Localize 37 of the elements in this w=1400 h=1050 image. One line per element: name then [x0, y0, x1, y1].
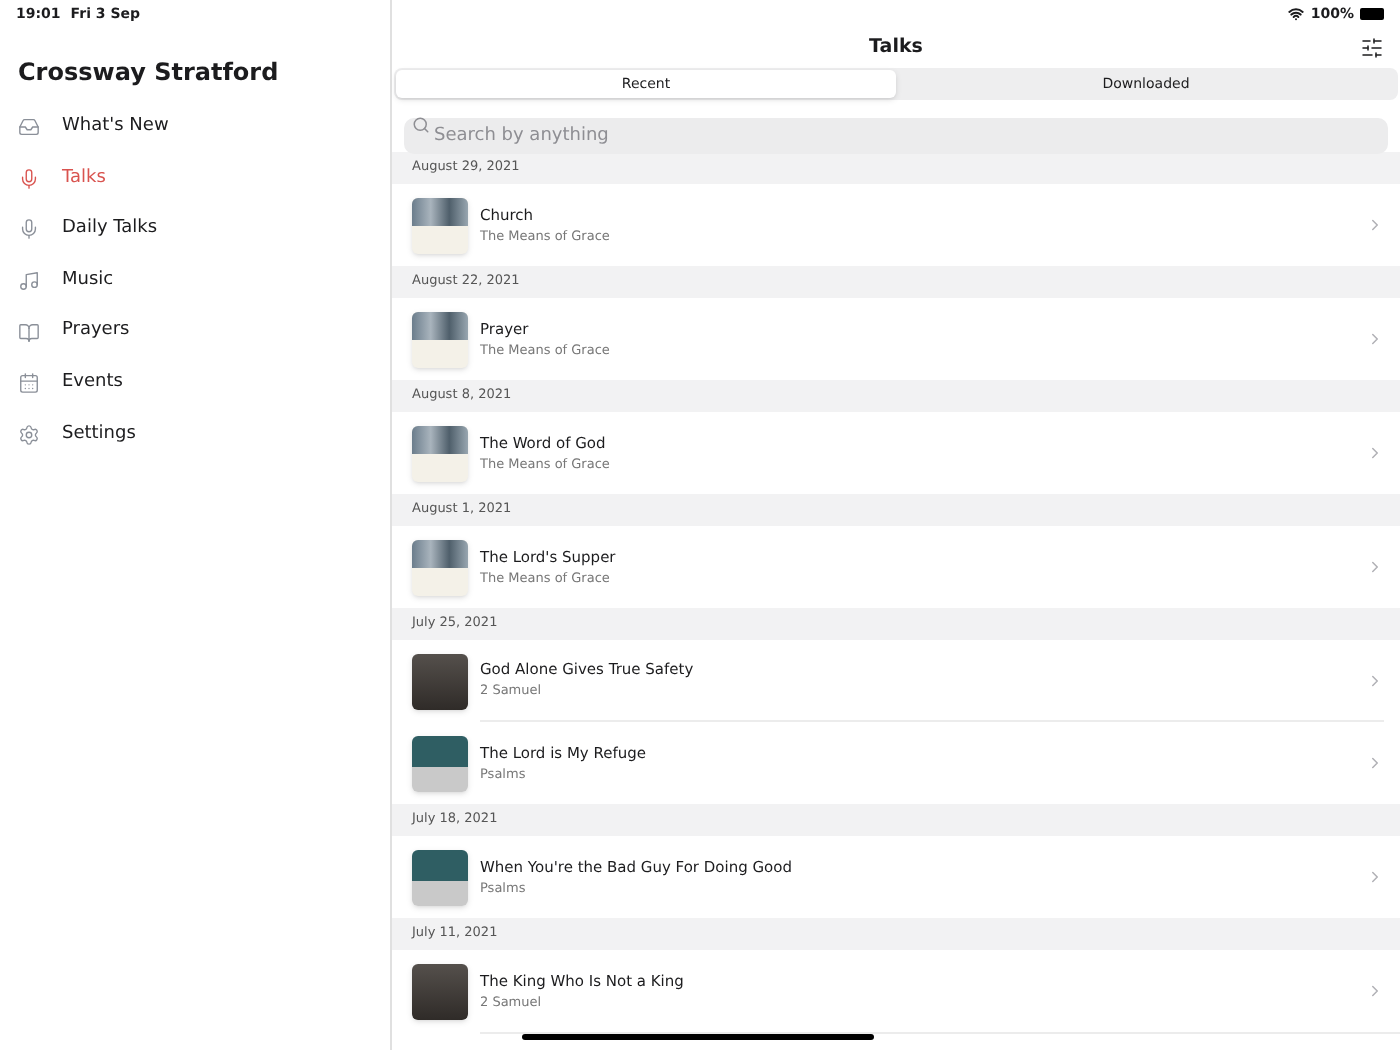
sidebar-item[interactable]: What's New [0, 102, 390, 154]
microphone-icon [18, 218, 40, 241]
chevron-icon [1366, 868, 1384, 886]
sidebar-item[interactable]: Daily Talks [0, 204, 390, 256]
book-icon [18, 321, 40, 344]
sidebar-item[interactable]: Talks [0, 153, 390, 205]
sidebar-item[interactable]: Events [0, 357, 390, 410]
calendar-icon [18, 372, 40, 395]
sidebar-title: Crossway Stratford [16, 56, 281, 90]
chevron-icon [1366, 330, 1384, 348]
wifi-icon [1288, 6, 1305, 22]
chevron-icon [1366, 558, 1384, 576]
page-title: Talks [869, 33, 923, 62]
artwork-thumbnail [412, 197, 468, 253]
microphone-icon [18, 167, 40, 190]
search-field[interactable]: Search by anything [404, 118, 1388, 154]
artwork-thumbnail [412, 539, 468, 595]
sidebar-item[interactable]: Music [0, 255, 390, 307]
battery-icon [1360, 8, 1384, 20]
sidebar-item[interactable]: Settings [0, 409, 390, 461]
artwork-thumbnail [412, 311, 468, 367]
chevron-icon [1366, 982, 1384, 1000]
filter-icon[interactable] [1360, 36, 1384, 60]
chevron-icon [1366, 216, 1384, 234]
artwork-thumbnail [412, 963, 468, 1019]
artwork-thumbnail [412, 735, 468, 791]
artwork-thumbnail [412, 425, 468, 481]
chevron-icon [1366, 444, 1384, 462]
chevron-icon [1366, 671, 1384, 689]
music-note-icon [18, 270, 40, 293]
artwork-thumbnail [412, 653, 468, 709]
settings-icon [18, 423, 40, 446]
sidebar-item[interactable]: Prayers [0, 306, 390, 358]
tray-icon [18, 116, 40, 139]
artwork-thumbnail [412, 849, 468, 905]
search-icon [412, 115, 430, 133]
chevron-icon [1366, 754, 1384, 772]
